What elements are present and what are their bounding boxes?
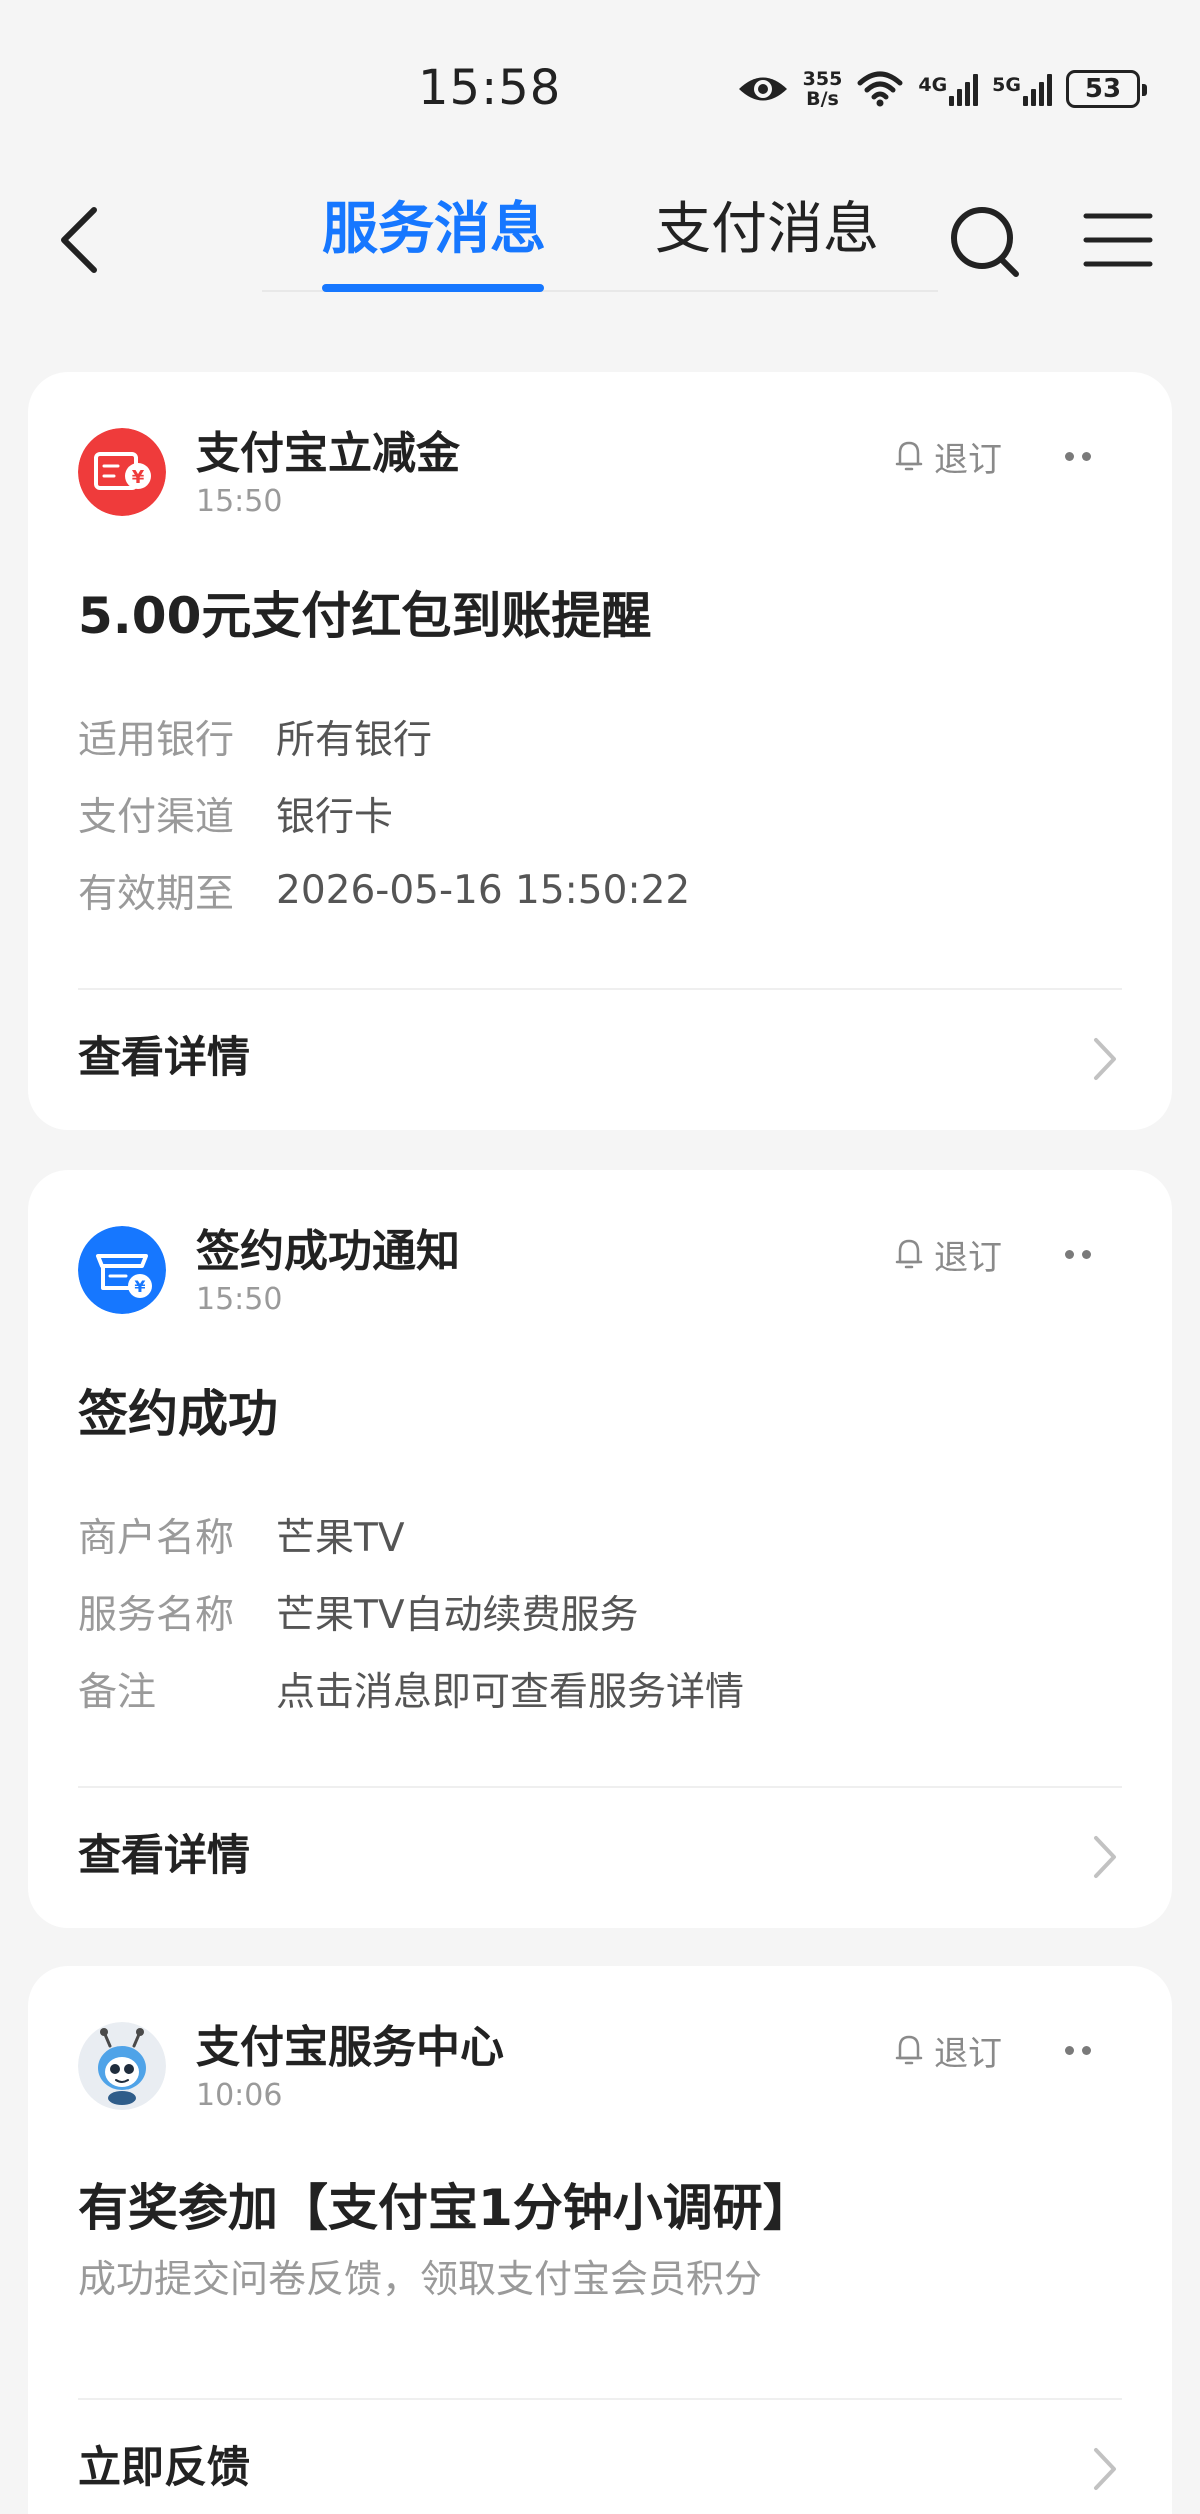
more-dot-icon bbox=[1082, 451, 1091, 461]
eye-icon bbox=[738, 77, 787, 101]
header: 服务消息 支付消息 bbox=[0, 160, 1200, 300]
menu-button[interactable] bbox=[1082, 206, 1154, 274]
unsubscribe-button[interactable]: 退订 bbox=[892, 1226, 1002, 1282]
tab-payment-messages[interactable]: 支付消息 bbox=[655, 190, 879, 270]
message-title: 签约成功 bbox=[78, 1385, 278, 1443]
bell-icon bbox=[895, 2035, 923, 2065]
action-label: 立即反馈 bbox=[78, 2443, 250, 2493]
card-header: ¥ 支付宝立减金 15:50 退订 bbox=[78, 428, 1122, 519]
unsubscribe-label: 退订 bbox=[934, 1237, 1002, 1278]
field-value: 芒果TV bbox=[276, 1515, 405, 1561]
action-label: 查看详情 bbox=[78, 1033, 250, 1083]
field-row: 备注 点击消息即可查看服务详情 bbox=[78, 1650, 1118, 1727]
feedback-button[interactable]: 立即反馈 bbox=[28, 2400, 1172, 2514]
status-time: 15:58 bbox=[418, 60, 562, 116]
search-button[interactable] bbox=[946, 202, 1026, 282]
active-tab-indicator bbox=[322, 284, 544, 292]
message-subtitle: 成功提交问卷反馈，领取支付宝会员积分 bbox=[78, 2257, 763, 2301]
message-title: 有奖参加【支付宝1分钟小调研】 bbox=[78, 2179, 813, 2237]
unsubscribe-label: 退订 bbox=[934, 2033, 1002, 2074]
action-label: 查看详情 bbox=[78, 1831, 250, 1881]
more-options-button[interactable] bbox=[1048, 1226, 1108, 1282]
more-dot-icon bbox=[1082, 2045, 1091, 2055]
tab-service-messages[interactable]: 服务消息 bbox=[322, 190, 546, 270]
more-dot-icon bbox=[1065, 451, 1074, 461]
field-value: 所有银行 bbox=[276, 717, 433, 763]
more-dot-icon bbox=[1065, 1249, 1074, 1259]
message-time: 15:50 bbox=[196, 1282, 283, 1317]
field-value: 芒果TV自动续费服务 bbox=[276, 1592, 639, 1638]
svg-text:¥: ¥ bbox=[132, 467, 145, 488]
signal-4g: 4G bbox=[918, 72, 979, 106]
field-value: 2026-05-16 15:50:22 bbox=[276, 868, 691, 913]
back-button[interactable] bbox=[50, 200, 110, 280]
bell-icon bbox=[895, 1239, 923, 1269]
view-details-button[interactable]: 查看详情 bbox=[28, 1788, 1172, 1924]
field-label: 支付渠道 bbox=[78, 794, 235, 840]
avatar: ¥ bbox=[78, 1226, 166, 1314]
field-label: 服务名称 bbox=[78, 1592, 235, 1638]
avatar bbox=[78, 2022, 166, 2110]
ant-mascot-icon bbox=[78, 2022, 166, 2110]
more-options-button[interactable] bbox=[1048, 428, 1108, 484]
unsubscribe-button[interactable]: 退订 bbox=[892, 428, 1002, 484]
message-title: 5.00元支付红包到账提醒 bbox=[78, 587, 652, 645]
unsubscribe-label: 退订 bbox=[934, 439, 1002, 480]
network-4g-label: 4G bbox=[918, 74, 948, 96]
sender-name: 支付宝立减金 bbox=[196, 428, 460, 479]
message-time: 10:06 bbox=[196, 2078, 283, 2113]
message-fields: 适用银行 所有银行 支付渠道 银行卡 有效期至 2026-05-16 15:50… bbox=[78, 698, 1118, 929]
field-label: 备注 bbox=[78, 1669, 157, 1715]
service-messages-page: 15:58 355 B/s 4G 5G 53 服务消息 支付消息 ¥ 支付宝立减… bbox=[0, 0, 1200, 2514]
status-bar: 15:58 355 B/s 4G 5G 53 bbox=[0, 0, 1200, 140]
network-speed-value: 355 bbox=[802, 68, 843, 90]
more-options-button[interactable] bbox=[1048, 2022, 1108, 2078]
chevron-right-icon bbox=[1094, 1836, 1116, 1878]
more-dot-icon bbox=[1065, 2045, 1074, 2055]
battery-level: 53 bbox=[1084, 74, 1122, 104]
chevron-right-icon bbox=[1094, 1038, 1116, 1080]
network-speed-unit: B/s bbox=[806, 88, 839, 110]
card-header: 支付宝服务中心 10:06 退订 bbox=[78, 2022, 1122, 2113]
signal-5g: 5G bbox=[992, 72, 1052, 106]
avatar: ¥ bbox=[78, 428, 166, 516]
signal-bars-icon bbox=[949, 72, 979, 106]
red-packet-voucher-icon: ¥ bbox=[78, 428, 166, 516]
field-row: 商户名称 芒果TV bbox=[78, 1496, 1118, 1573]
sender-name: 支付宝服务中心 bbox=[196, 2022, 504, 2073]
sender-name: 签约成功通知 bbox=[196, 1226, 460, 1277]
battery-icon: 53 bbox=[1066, 70, 1147, 108]
menu-icon bbox=[1083, 213, 1153, 267]
chevron-right-icon bbox=[1094, 2448, 1116, 2490]
network-5g-label: 5G bbox=[992, 74, 1021, 96]
unsubscribe-button[interactable]: 退订 bbox=[892, 2022, 1002, 2078]
field-value: 点击消息即可查看服务详情 bbox=[276, 1669, 745, 1715]
message-card[interactable]: 支付宝服务中心 10:06 退订 有奖参加【支付宝1分钟小调研】 成功提交问卷反… bbox=[28, 1966, 1172, 2514]
status-icons: 355 B/s 4G 5G 53 bbox=[737, 64, 1147, 114]
back-arrow-icon bbox=[61, 207, 97, 273]
signal-bars-icon bbox=[1023, 72, 1052, 106]
message-time: 15:50 bbox=[196, 484, 283, 519]
card-header: ¥ 签约成功通知 15:50 退订 bbox=[78, 1226, 1122, 1317]
field-row: 有效期至 2026-05-16 15:50:22 bbox=[78, 852, 1118, 929]
field-label: 有效期至 bbox=[78, 871, 235, 917]
message-fields: 商户名称 芒果TV 服务名称 芒果TV自动续费服务 备注 点击消息即可查看服务详… bbox=[78, 1496, 1118, 1727]
message-card[interactable]: ¥ 支付宝立减金 15:50 退订 5.00元支付红包到账提醒 适用银行 所有银… bbox=[28, 372, 1172, 1130]
field-value: 银行卡 bbox=[276, 794, 394, 840]
network-speed: 355 B/s bbox=[803, 69, 843, 109]
field-row: 适用银行 所有银行 bbox=[78, 698, 1118, 775]
wifi-icon bbox=[857, 71, 903, 107]
bell-icon bbox=[895, 441, 923, 471]
search-icon bbox=[951, 207, 1019, 277]
field-row: 支付渠道 银行卡 bbox=[78, 775, 1118, 852]
shop-contract-icon: ¥ bbox=[78, 1226, 166, 1314]
svg-text:¥: ¥ bbox=[134, 1277, 145, 1296]
view-details-button[interactable]: 查看详情 bbox=[28, 990, 1172, 1126]
field-row: 服务名称 芒果TV自动续费服务 bbox=[78, 1573, 1118, 1650]
more-dot-icon bbox=[1082, 1249, 1091, 1259]
field-label: 适用银行 bbox=[78, 717, 235, 763]
field-label: 商户名称 bbox=[78, 1515, 235, 1561]
message-card[interactable]: ¥ 签约成功通知 15:50 退订 签约成功 商户名称 芒果TV 服务名称 芒果… bbox=[28, 1170, 1172, 1928]
